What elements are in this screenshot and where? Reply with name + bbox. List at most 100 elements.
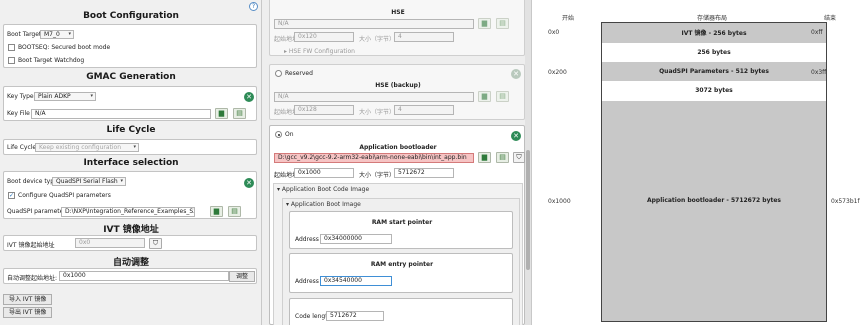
hse-fw-label: HSE FW Configuration	[288, 48, 355, 55]
clear-icon[interactable]: ✕	[244, 92, 254, 102]
export-ivt-button[interactable]: 导出 IVT 镜像	[3, 307, 53, 318]
configure-quadspi-checkbox[interactable]: ✓	[8, 192, 15, 199]
memory-block-gap[interactable]: 3072 bytes	[601, 81, 827, 101]
interface-box: Boot device type QuadSPI Serial Flash ▾ ✕…	[3, 171, 257, 219]
app-size-label: 大小（字节）	[359, 172, 396, 179]
hse-backup-path-input[interactable]: N/A	[274, 92, 474, 102]
memory-block-quadspi[interactable]: QuadSPI Parameters - 512 bytes	[601, 62, 827, 81]
ram-start-title: RAM start pointer	[371, 219, 433, 226]
document-icon[interactable]: ▤	[496, 18, 509, 29]
boot-target-select[interactable]: M7_0 ▾	[40, 30, 74, 39]
block-end-address: 0x573b1f	[831, 198, 860, 205]
boot-target-value: M7_0	[44, 31, 60, 38]
ivt-address-label: IVT 镜像起始地址	[7, 242, 55, 249]
app-code-image-header[interactable]: ▾ Application Boot Code Image	[277, 186, 369, 193]
hse-backup-title: HSE (backup)	[375, 82, 421, 89]
auto-adjust-box: 自动调整起始地址: 0x1000 调整	[3, 268, 257, 284]
key-file-label: Key File	[7, 110, 30, 117]
watchdog-checkbox[interactable]	[8, 57, 15, 64]
folder-icon[interactable]: ▆	[215, 108, 228, 119]
gmac-title: GMAC Generation	[86, 72, 176, 82]
hse-backup-size-label: 大小（字节）	[359, 109, 396, 116]
ram-entry-address-input[interactable]: 0x34540000	[320, 276, 392, 286]
reserved-label: Reserved	[285, 70, 313, 77]
auto-adjust-input[interactable]: 0x1000	[59, 271, 229, 281]
middle-scrollbar[interactable]	[525, 0, 531, 325]
quadspi-params-label: QuadSPI parameters	[7, 208, 69, 215]
folder-icon[interactable]: ▆	[478, 91, 491, 102]
scrollbar-thumb[interactable]	[526, 150, 530, 270]
app-bootloader-card: On ✕ Application bootloader D:\gcc_v9.2\…	[269, 125, 525, 325]
memory-block-app-bootloader[interactable]: Application bootloader - 5712672 bytes	[601, 101, 827, 322]
life-cycle-box: Life Cycle Keep existing configuration ▾	[3, 139, 257, 155]
app-size-input[interactable]: 5712672	[394, 168, 454, 178]
chevron-down-icon: ▾	[68, 31, 71, 37]
app-path-input[interactable]: D:\gcc_v9.2\gcc-9.2-arm32-eabi\arm-none-…	[274, 153, 474, 163]
hse-backup-start-input[interactable]: 0x128	[294, 105, 354, 115]
hse-size-label: 大小（字节）	[359, 36, 396, 43]
memory-block-gap[interactable]: 256 bytes	[601, 43, 827, 62]
ram-start-address-label: Address	[295, 236, 319, 243]
block-start-address: 0x200	[548, 69, 567, 76]
ram-entry-address-label: Address	[295, 278, 319, 285]
ram-start-card: RAM start pointer Address 0x34000000	[289, 211, 513, 249]
memory-block-ivt[interactable]: IVT 镜像 - 256 bytes	[601, 22, 827, 43]
on-radio[interactable]	[275, 131, 282, 138]
layout-column-header: 存储器布局	[697, 15, 728, 22]
clear-icon[interactable]: ✕	[244, 178, 254, 188]
document-icon[interactable]: ▤	[228, 206, 241, 217]
key-type-select[interactable]: Plain ADKP ▾	[34, 92, 96, 101]
quadspi-params-input[interactable]: D:\NXP\Integration_Reference_Examples_S3…	[61, 207, 195, 217]
on-label: On	[285, 131, 294, 138]
gmac-box: Key Type Plain ADKP ▾ ✕ Key File N/A ▆ ▤	[3, 86, 257, 121]
secured-boot-checkbox[interactable]	[8, 44, 15, 51]
life-cycle-title: Life Cycle	[106, 125, 156, 135]
boot-device-select[interactable]: QuadSPI Serial Flash ▾	[52, 177, 126, 186]
hse-size-input[interactable]: 4	[394, 32, 454, 42]
key-type-label: Key Type	[7, 93, 34, 100]
hse-fw-config[interactable]: ▸ HSE FW Configuration	[284, 48, 355, 55]
hse-backup-card: Reserved ✕ HSE (backup) N/A ▆ ▤ 起始地址 0x1…	[269, 64, 525, 120]
clear-icon[interactable]: ✕	[511, 69, 521, 79]
end-column-header: 结束	[824, 15, 837, 22]
ram-start-address-input[interactable]: 0x34000000	[320, 234, 392, 244]
ram-entry-title: RAM entry pointer	[370, 261, 434, 268]
boot-config-box: Boot Target M7_0 ▾ BOOTSEQ: Secured boot …	[3, 24, 257, 68]
app-start-input[interactable]: 0x1000	[294, 168, 354, 178]
boot-config-panel: ? Boot Configuration Boot Target M7_0 ▾ B…	[0, 0, 262, 325]
auto-adjust-label: 自动调整起始地址:	[7, 275, 58, 282]
shield-icon[interactable]: ⛉	[513, 152, 525, 163]
configure-quadspi-label: Configure QuadSPI parameters	[18, 192, 111, 199]
folder-icon[interactable]: ▆	[478, 18, 491, 29]
key-type-value: Plain ADKP	[38, 93, 71, 100]
life-cycle-value: Keep existing configuration	[39, 144, 122, 151]
document-icon[interactable]: ▤	[233, 108, 246, 119]
ivt-box: IVT 镜像起始地址 0x0 ⛉	[3, 235, 257, 251]
help-icon[interactable]: ?	[249, 2, 258, 11]
app-boot-image-group: ▾ Application Boot Image RAM start point…	[282, 198, 520, 325]
shield-icon[interactable]: ⛉	[149, 238, 162, 249]
key-file-input[interactable]: N/A	[31, 109, 211, 119]
folder-icon[interactable]: ▆	[478, 152, 491, 163]
interface-title: Interface selection	[83, 158, 179, 168]
hse-card: HSE N/A ▆ ▤ 起始地址 0x120 大小（字节） 4 ▸ HSE FW…	[269, 0, 525, 56]
image-entries-panel: HSE N/A ▆ ▤ 起始地址 0x120 大小（字节） 4 ▸ HSE FW…	[262, 0, 532, 325]
app-boot-image-label: Application Boot Image	[290, 201, 361, 208]
hse-path-input[interactable]: N/A	[274, 19, 474, 29]
clear-icon[interactable]: ✕	[511, 131, 521, 141]
code-length-input[interactable]: 5712672	[326, 311, 384, 321]
document-icon[interactable]: ▤	[496, 91, 509, 102]
secured-boot-label: BOOTSEQ: Secured boot mode	[18, 44, 111, 51]
life-cycle-select[interactable]: Keep existing configuration ▾	[35, 143, 139, 152]
folder-icon[interactable]: ▆	[210, 206, 223, 217]
hse-start-input[interactable]: 0x120	[294, 32, 354, 42]
boot-device-value: QuadSPI Serial Flash	[56, 178, 118, 185]
import-ivt-button[interactable]: 导入 IVT 镜像	[3, 294, 53, 305]
document-icon[interactable]: ▤	[496, 152, 509, 163]
reserved-radio[interactable]	[275, 70, 282, 77]
hse-backup-size-input[interactable]: 4	[394, 105, 454, 115]
block-start-address: 0x0	[548, 29, 560, 36]
ivt-address-input[interactable]: 0x0	[75, 238, 145, 248]
adjust-button[interactable]: 调整	[229, 271, 255, 282]
app-boot-image-header[interactable]: ▾ Application Boot Image	[286, 201, 361, 208]
